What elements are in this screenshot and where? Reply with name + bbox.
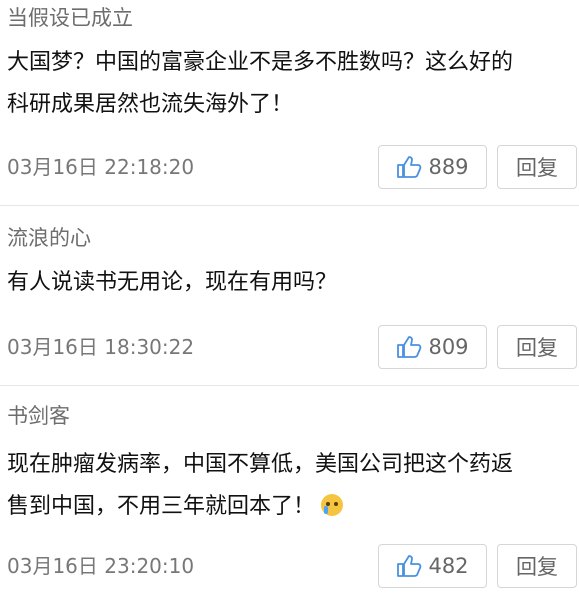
comment-author[interactable]: 书剑客 (7, 400, 70, 430)
comment-timestamp: 03月16日 22:18:20 (7, 155, 195, 179)
comment-text: 现在肿瘤发病率，中国不算低，美国公司把这个药返 售到中国，不用三年就回本了！ (7, 444, 562, 528)
comment-divider (0, 205, 579, 206)
comment-text: 有人说读书无用论，现在有用吗？ (7, 262, 562, 304)
like-count: 482 (428, 554, 469, 578)
like-button[interactable]: 889 (378, 145, 487, 189)
comment-text-line-with-emoji: 售到中国，不用三年就回本了！ (7, 486, 562, 528)
reply-button[interactable]: 回复 (497, 544, 577, 588)
comment-author[interactable]: 当假设已成立 (7, 2, 133, 32)
reply-button[interactable]: 回复 (497, 325, 577, 369)
like-button[interactable]: 809 (378, 325, 487, 369)
like-count: 889 (428, 155, 469, 179)
crying-face-icon (321, 494, 344, 516)
comment-text: 大国梦？中国的富豪企业不是多不胜数吗？这么好的 科研成果居然也流失海外了！ (7, 42, 562, 126)
comment-text-line: 现在肿瘤发病率，中国不算低，美国公司把这个药返 (7, 452, 514, 477)
comment-text-line: 科研成果居然也流失海外了！ (7, 92, 294, 117)
comment-divider (0, 385, 579, 386)
like-button[interactable]: 482 (378, 544, 487, 588)
comment-text-line: 大国梦？中国的富豪企业不是多不胜数吗？这么好的 (7, 50, 514, 75)
reply-button[interactable]: 回复 (497, 145, 577, 189)
comment-timestamp: 03月16日 23:20:10 (7, 554, 195, 578)
thumbs-up-icon (397, 336, 422, 358)
like-count: 809 (428, 335, 469, 359)
comment-text-line: 有人说读书无用论，现在有用吗？ (7, 270, 338, 295)
comment-author[interactable]: 流浪的心 (7, 222, 91, 252)
thumbs-up-icon (397, 156, 422, 178)
comment-text-line: 售到中国，不用三年就回本了！ (7, 494, 316, 519)
thumbs-up-icon (397, 555, 422, 577)
comment-timestamp: 03月16日 18:30:22 (7, 335, 195, 359)
